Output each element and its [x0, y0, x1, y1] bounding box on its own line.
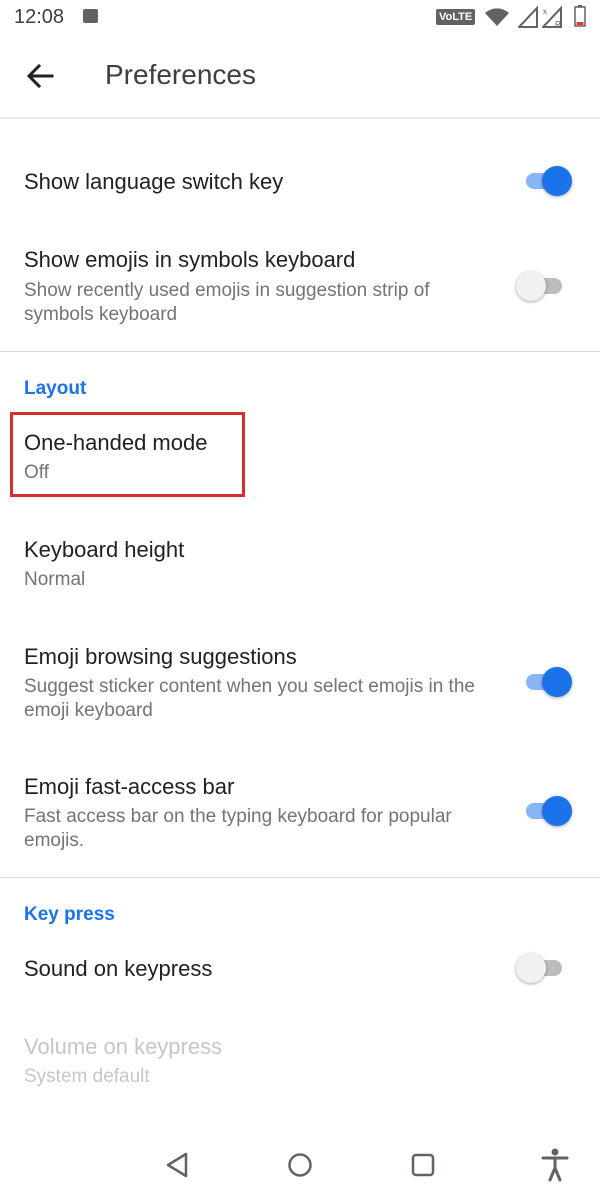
pref-title-show-emojis-symbols: Show emojis in symbols keyboard: [24, 247, 356, 272]
pref-title-show-language-switch: Show language switch key: [24, 169, 284, 194]
status-bar: 12:08 VoLTE x R: [0, 0, 600, 36]
pref-title-emoji-fast-access-bar: Emoji fast-access bar: [24, 774, 235, 799]
pref-summary-emoji-browsing-suggestions: Suggest sticker content when you select …: [24, 676, 475, 721]
status-time: 12:08: [14, 6, 65, 28]
navigation-bar: [0, 1130, 600, 1200]
wifi-icon: [485, 8, 509, 26]
nav-back-icon[interactable]: [164, 1151, 192, 1179]
highlight-box: [10, 412, 245, 497]
pref-title-sound-on-keypress: Sound on keypress: [24, 956, 213, 981]
pref-title-emoji-browsing-suggestions: Emoji browsing suggestions: [24, 644, 297, 669]
nav-home-icon[interactable]: [286, 1151, 314, 1179]
gallery-notification-icon: [83, 9, 98, 23]
pref-summary-show-emojis-symbols: Show recently used emojis in suggestion …: [24, 280, 430, 325]
section-header-key-press: Key press: [24, 904, 115, 925]
nav-recents-icon[interactable]: [409, 1151, 437, 1179]
toggle-emoji-browsing-suggestions[interactable]: [516, 666, 572, 698]
battery-icon: [574, 5, 586, 27]
svg-text:x: x: [543, 7, 547, 16]
signal-roaming-icon: x R: [542, 6, 562, 28]
section-header-layout: Layout: [24, 378, 87, 399]
pref-title-volume-on-keypress: Volume on keypress: [24, 1034, 223, 1059]
page-title: Preferences: [105, 59, 256, 90]
svg-text:R: R: [555, 20, 561, 28]
accessibility-icon[interactable]: [540, 1148, 570, 1182]
pref-summary-keyboard-height: Normal: [24, 569, 86, 590]
pref-summary-emoji-fast-access-bar: Fast access bar on the typing keyboard f…: [24, 806, 452, 851]
volte-badge: VoLTE: [436, 9, 476, 25]
toggle-show-language-switch[interactable]: [516, 165, 572, 197]
section-divider: [0, 351, 600, 352]
toggle-sound-on-keypress[interactable]: [516, 952, 572, 984]
toggle-show-emojis-symbols[interactable]: [516, 270, 572, 302]
pref-summary-volume-on-keypress: System default: [24, 1066, 150, 1087]
signal-icon: [518, 6, 538, 28]
toggle-emoji-fast-access-bar[interactable]: [516, 795, 572, 827]
pref-title-keyboard-height: Keyboard height: [24, 537, 185, 562]
section-divider: [0, 877, 600, 878]
appbar-divider: [0, 117, 600, 119]
arrow-back-icon[interactable]: [20, 56, 60, 96]
